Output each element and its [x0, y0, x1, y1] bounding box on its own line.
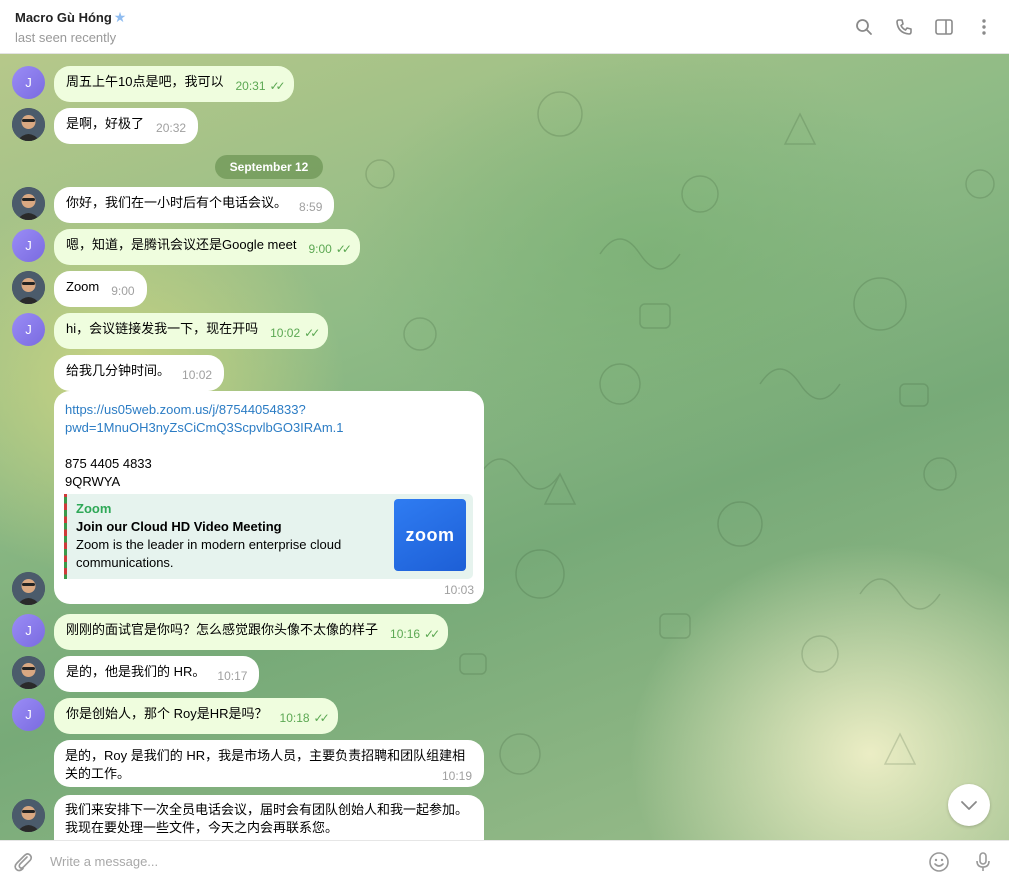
message-bubble[interactable]: 刚刚的面试官是你吗？怎么感觉跟你头像不太像的样子 10:16 ✓✓	[54, 614, 449, 650]
message-bubble[interactable]: 周五上午10点是吧，我可以 20:31 ✓✓	[54, 66, 294, 102]
sidebar-toggle-icon[interactable]	[933, 15, 955, 39]
meeting-id: 875 4405 4833	[65, 456, 152, 471]
chat-area[interactable]: J 周五上午10点是吧，我可以 20:31 ✓✓ 是啊，好极了 20:32 Septe…	[0, 54, 1009, 840]
message-bubble[interactable]: 是的，他是我们的 HR。 10:17	[54, 656, 260, 692]
read-check-icon: ✓✓	[424, 627, 440, 641]
message-time: 9:00 ✓✓	[308, 242, 352, 256]
avatar[interactable]	[12, 572, 45, 605]
message-bubble[interactable]: 是的，Roy 是我们的 HR，我是市场人员，主要负责招聘和团队组建相 关的工作。…	[54, 740, 484, 787]
message-time: 10:18 ✓✓	[279, 711, 330, 725]
scroll-down-button[interactable]	[948, 784, 990, 826]
contact-status: last seen recently	[15, 30, 117, 45]
message-time: 9:00	[111, 284, 135, 298]
date-separator: September 12	[215, 155, 323, 179]
link-message[interactable]: https://us05web.zoom.us/j/87544054833? p…	[54, 391, 484, 604]
read-check-icon: ✓✓	[335, 242, 352, 256]
link-preview[interactable]: Zoom Join our Cloud HD Video Meeting Zoo…	[64, 494, 473, 579]
avatar[interactable]	[12, 187, 45, 220]
read-check-icon: ✓✓	[269, 79, 286, 93]
phone-icon[interactable]	[893, 15, 915, 39]
star-icon: ★	[113, 9, 127, 25]
chevron-down-icon	[961, 801, 977, 810]
avatar[interactable]: J	[12, 229, 45, 262]
avatar[interactable]	[12, 656, 45, 689]
message-time: 10:02	[182, 368, 213, 382]
contact-name-row[interactable]: Macro Gù Hóng ★	[15, 9, 126, 26]
search-icon[interactable]	[853, 15, 875, 39]
attach-icon[interactable]	[12, 851, 34, 873]
zoom-logo: zoom	[394, 499, 466, 571]
message-time: 10:17	[217, 669, 248, 683]
message-time: 8:59	[299, 200, 323, 214]
message-time: 10:16 ✓✓	[390, 627, 440, 641]
message-bubble[interactable]: 嗯，知道，是腾讯会议还是Google meet 9:00 ✓✓	[54, 229, 360, 265]
avatar[interactable]	[12, 108, 45, 141]
message-bubble[interactable]: Zoom 9:00	[54, 271, 147, 307]
message-bubble[interactable]: 我们来安排下一次全员电话会议，届时会有团队创始人和我一起参加。 我现在要处理一些…	[54, 795, 484, 840]
message-time: 10:19	[441, 769, 472, 783]
chat-header: Macro Gù Hóng ★ last seen recently	[0, 0, 1009, 54]
avatar[interactable]	[12, 271, 45, 304]
read-check-icon: ✓✓	[304, 326, 320, 340]
avatar[interactable]: J	[12, 614, 45, 647]
message-bubble[interactable]: 你好，我们在一小时后有个电话会议。 8:59	[54, 187, 335, 223]
message-bubble[interactable]: hi，会议链接发我一下，现在开吗 10:02 ✓✓	[54, 313, 329, 349]
message-time: 10:02 ✓✓	[270, 326, 320, 340]
avatar[interactable]: J	[12, 313, 45, 346]
emoji-icon[interactable]	[928, 851, 950, 873]
message-time: 10:03	[443, 583, 474, 597]
contact-name[interactable]: Macro Gù Hóng	[15, 10, 112, 25]
meeting-passcode: 9QRWYA	[65, 474, 121, 489]
microphone-icon[interactable]	[972, 851, 994, 873]
message-input[interactable]	[50, 851, 900, 871]
read-check-icon: ✓✓	[313, 711, 330, 725]
message-time: 20:31 ✓✓	[235, 79, 286, 93]
message-bubble[interactable]: 你是创始人，那个 Roy是HR是吗？ 10:18 ✓✓	[54, 698, 338, 734]
more-vertical-icon[interactable]	[973, 15, 995, 39]
message-bubble[interactable]: 是啊，好极了 20:32	[54, 108, 199, 144]
message-time: 20:32	[156, 121, 187, 135]
avatar[interactable]: J	[12, 698, 45, 731]
avatar[interactable]	[12, 799, 45, 832]
meeting-link[interactable]: https://us05web.zoom.us/j/87544054833? p…	[65, 401, 473, 437]
message-bubble[interactable]: 给我几分钟时间。 10:02	[54, 355, 225, 391]
message-composer	[0, 840, 1009, 880]
avatar[interactable]: J	[12, 66, 45, 99]
